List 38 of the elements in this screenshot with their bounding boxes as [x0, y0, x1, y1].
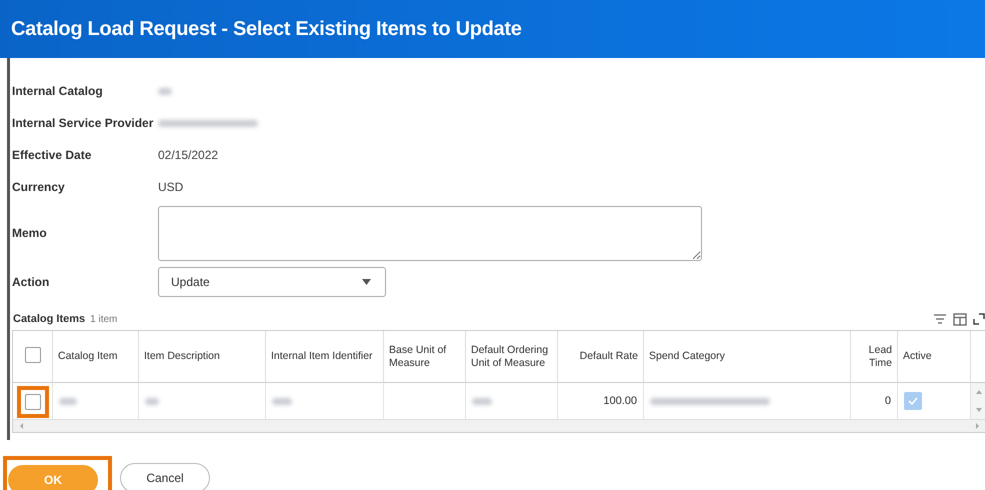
action-dropdown[interactable]: Update	[158, 267, 386, 297]
field-label: Internal Service Provider	[12, 116, 154, 130]
memo-field[interactable]	[158, 206, 702, 260]
scroll-right-icon[interactable]	[974, 423, 980, 429]
item-count: 1 item	[90, 314, 118, 324]
column-header[interactable]: Internal Item Identifier	[271, 350, 373, 363]
table-title: Catalog Items	[13, 313, 86, 325]
expand-icon[interactable]	[973, 313, 985, 325]
vertical-scrollbar[interactable]	[971, 383, 985, 419]
field-label: Currency	[12, 180, 66, 194]
field-label: Effective Date	[12, 148, 92, 162]
filter-icon[interactable]	[933, 313, 947, 325]
field-label: Memo	[12, 226, 48, 240]
column-header[interactable]: Spend Category	[649, 350, 725, 363]
column-header[interactable]: Default Ordering Unit of Measure	[471, 344, 552, 370]
table-cell: 0	[884, 395, 891, 407]
columns-icon[interactable]	[953, 312, 967, 326]
scroll-down-icon[interactable]	[976, 408, 982, 413]
cancel-button[interactable]: Cancel	[120, 462, 210, 490]
scroll-up-icon[interactable]	[976, 389, 982, 394]
checkbox[interactable]	[24, 346, 40, 362]
column-header[interactable]: Base Unit of Measure	[389, 344, 460, 370]
horizontal-scrollbar[interactable]	[13, 419, 985, 432]
scroll-left-icon[interactable]	[19, 423, 25, 429]
field-value: USD	[158, 180, 184, 194]
table-cell: 100.00	[603, 395, 637, 407]
checkmark-icon	[908, 397, 918, 405]
column-header[interactable]: Default Rate	[580, 350, 638, 363]
checkbox[interactable]	[24, 394, 40, 410]
field-label: Internal Catalog	[12, 84, 104, 98]
column-header[interactable]: Catalog Item	[58, 350, 118, 363]
column-header[interactable]: Item Description	[144, 350, 220, 363]
caret-icon	[362, 279, 371, 285]
field-label: Action	[12, 275, 50, 289]
column-header[interactable]: Active	[903, 350, 932, 363]
window-title: Catalog Load Request - Select Existing Items to Update	[11, 18, 522, 40]
field-value: 02/15/2022	[158, 148, 218, 162]
column-header[interactable]: Lead Time	[856, 344, 892, 370]
